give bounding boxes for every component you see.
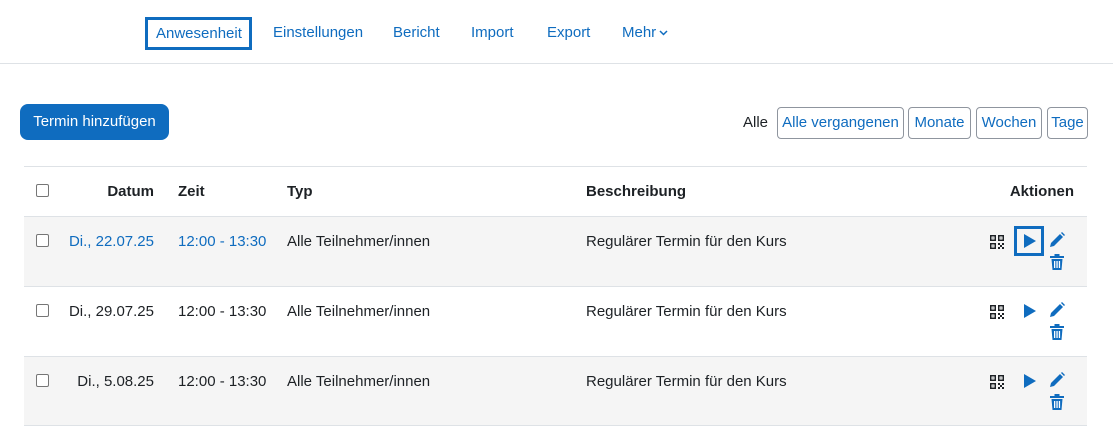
session-time[interactable]: 12:00 - 13:30 — [178, 233, 266, 250]
tab-label: Bericht — [393, 24, 440, 41]
filter-all-past-button[interactable]: Alle vergangenen — [777, 107, 904, 139]
filter-weeks-button[interactable]: Wochen — [976, 107, 1042, 139]
qr-code-icon[interactable] — [990, 305, 1004, 319]
pencil-icon[interactable] — [1049, 232, 1065, 248]
qr-code-icon[interactable] — [990, 375, 1004, 389]
session-date: Di., 29.07.25 — [68, 303, 154, 320]
add-session-button[interactable]: Termin hinzufügen — [20, 104, 169, 140]
session-time: 12:00 - 13:30 — [178, 373, 267, 390]
pencil-icon[interactable] — [1049, 302, 1065, 318]
session-date[interactable]: Di., 22.07.25 — [69, 233, 154, 250]
table-row: Di., 29.07.25 12:00 - 13:30 Alle Teilneh… — [24, 286, 1087, 356]
pencil-icon[interactable] — [1049, 372, 1065, 388]
session-date: Di., 5.08.25 — [77, 373, 154, 390]
session-type: Alle Teilnehmer/innen — [287, 233, 431, 250]
tab-einstellungen[interactable]: Einstellungen — [265, 17, 371, 50]
header-actions: Aktionen — [1009, 183, 1074, 200]
tab-label: Anwesenheit — [156, 25, 242, 42]
filter-months-button[interactable]: Monate — [908, 107, 971, 139]
play-icon — [1024, 374, 1036, 388]
tab-anwesenheit[interactable]: Anwesenheit — [145, 17, 252, 50]
row-checkbox[interactable] — [36, 304, 49, 317]
session-type: Alle Teilnehmer/innen — [287, 303, 431, 320]
header-description: Beschreibung — [586, 183, 687, 200]
tab-import[interactable]: Import — [463, 17, 522, 50]
header-time[interactable]: Zeit — [178, 183, 205, 200]
session-time: 12:00 - 13:30 — [178, 303, 267, 320]
tab-export[interactable]: Export — [539, 17, 598, 50]
session-description: Regulärer Termin für den Kurs — [586, 303, 787, 320]
select-all-checkbox[interactable] — [36, 184, 49, 197]
table-bottom-border — [24, 425, 1087, 426]
session-type: Alle Teilnehmer/innen — [287, 373, 431, 390]
tab-label: Import — [471, 24, 514, 41]
take-attendance-button[interactable] — [1014, 296, 1044, 326]
trash-icon[interactable] — [1050, 394, 1064, 410]
row-checkbox[interactable] — [36, 374, 49, 387]
tab-mehr[interactable]: Mehr — [614, 17, 676, 50]
trash-icon[interactable] — [1050, 324, 1064, 340]
tab-label: Export — [547, 24, 591, 41]
take-attendance-button[interactable] — [1014, 366, 1044, 396]
table-row: Di., 22.07.25 12:00 - 13:30 Alle Teilneh… — [24, 216, 1087, 286]
filter-all-label: Alle — [743, 114, 769, 131]
header-date[interactable]: Datum — [107, 183, 154, 200]
table-header: Datum Zeit Typ Beschreibung Aktionen — [24, 166, 1087, 216]
table-row: Di., 5.08.25 12:00 - 13:30 Alle Teilnehm… — [24, 356, 1087, 426]
tab-bericht[interactable]: Bericht — [385, 17, 448, 50]
filter-days-button[interactable]: Tage — [1047, 107, 1088, 139]
trash-icon[interactable] — [1050, 254, 1064, 270]
chevron-down-icon — [659, 30, 668, 36]
qr-code-icon[interactable] — [990, 235, 1004, 249]
take-attendance-button[interactable] — [1014, 226, 1044, 256]
row-checkbox[interactable] — [36, 234, 49, 247]
tab-label: Mehr — [622, 24, 657, 41]
play-icon — [1024, 234, 1036, 248]
tab-label: Einstellungen — [273, 24, 364, 41]
session-description: Regulärer Termin für den Kurs — [586, 233, 787, 250]
play-icon — [1024, 304, 1036, 318]
session-description: Regulärer Termin für den Kurs — [586, 373, 787, 390]
secondary-navigation: Anwesenheit Einstellungen Bericht Import… — [0, 0, 1113, 64]
header-type[interactable]: Typ — [287, 183, 313, 200]
